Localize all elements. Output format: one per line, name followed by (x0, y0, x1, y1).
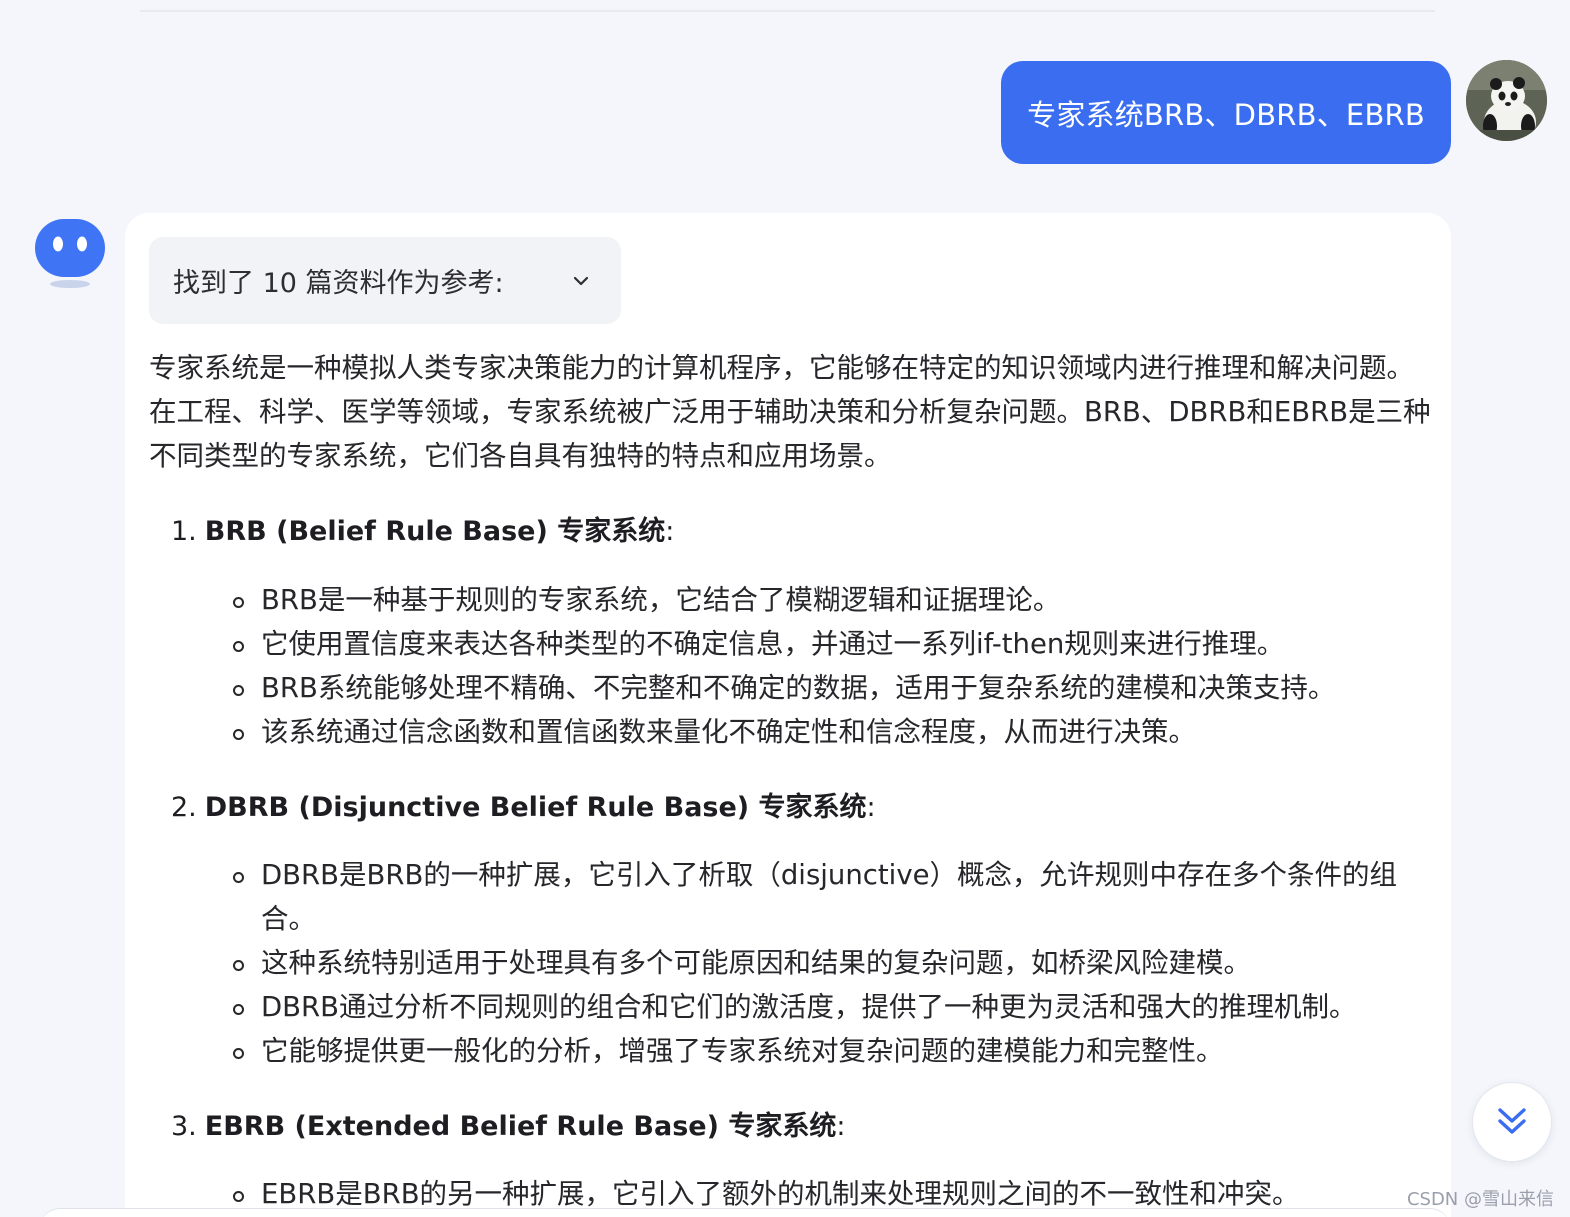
section-colon: : (866, 792, 876, 823)
section-number: 3. (171, 1111, 197, 1142)
list-item: BRB是一种基于规则的专家系统，它结合了模糊逻辑和证据理论。 (233, 578, 1418, 622)
section-colon: : (836, 1111, 846, 1142)
list-item: BRB系统能够处理不精确、不完整和不确定的数据，适用于复杂系统的建模和决策支持。 (233, 666, 1418, 710)
section-heading: BRB (Belief Rule Base) 专家系统 (204, 516, 666, 547)
list-item: DBRB通过分析不同规则的组合和它们的激活度，提供了一种更为灵活和强大的推理机制… (233, 985, 1418, 1029)
double-chevron-down-icon (1498, 1108, 1526, 1134)
user-message-bubble: 专家系统BRB、DBRB、EBRB (1001, 61, 1451, 164)
list-item: 该系统通过信念函数和置信函数来量化不确定性和信念程度，从而进行决策。 (233, 710, 1418, 754)
user-message-text: 专家系统BRB、DBRB、EBRB (1027, 97, 1425, 132)
section-title: 3. EBRB (Extended Belief Rule Base) 专家系统: (171, 1104, 845, 1143)
answer-card: 找到了 10 篇资料作为参考: 专家系统是一种模拟人类专家决策能力的计算机程序，… (125, 213, 1451, 1217)
input-area-edge (40, 1208, 1450, 1217)
references-toggle[interactable]: 找到了 10 篇资料作为参考: (149, 237, 621, 324)
divider (140, 10, 1435, 12)
section-title: 1. BRB (Belief Rule Base) 专家系统: (171, 509, 674, 548)
chat-page: 专家系统BRB、DBRB、EBRB 找到了 10 篇资料作为参考: 专家系统是一… (0, 0, 1570, 1217)
scroll-to-bottom-button[interactable] (1472, 1082, 1552, 1162)
section-number: 1. (171, 516, 197, 547)
section-number: 2. (171, 792, 197, 823)
bullet-list: BRB是一种基于规则的专家系统，它结合了模糊逻辑和证据理论。 它使用置信度来表达… (233, 578, 1418, 754)
section-heading: DBRB (Disjunctive Belief Rule Base) 专家系统 (204, 792, 867, 823)
bullet-list: DBRB是BRB的一种扩展，它引入了析取（disjunctive）概念，允许规则… (233, 853, 1418, 1073)
list-item: DBRB是BRB的一种扩展，它引入了析取（disjunctive）概念，允许规则… (233, 853, 1418, 941)
section-heading: EBRB (Extended Belief Rule Base) 专家系统 (204, 1111, 837, 1142)
list-item: 它能够提供更一般化的分析，增强了专家系统对复杂问题的建模能力和完整性。 (233, 1029, 1418, 1073)
answer-intro: 专家系统是一种模拟人类专家决策能力的计算机程序，它能够在特定的知识领域内进行推理… (149, 352, 1431, 472)
list-item: 它使用置信度来表达各种类型的不确定信息，并通过一系列if-then规则来进行推理… (233, 622, 1418, 666)
chevron-down-icon (573, 276, 589, 285)
section-title: 2. DBRB (Disjunctive Belief Rule Base) 专家… (171, 785, 876, 824)
bot-face-icon (32, 216, 108, 292)
list-item: 这种系统特别适用于处理具有多个可能原因和结果的复杂问题，如桥梁风险建模。 (233, 941, 1418, 985)
section-colon: : (665, 516, 675, 547)
panda-avatar-icon[interactable] (1466, 60, 1547, 141)
references-label: 找到了 10 篇资料作为参考: (173, 268, 504, 299)
